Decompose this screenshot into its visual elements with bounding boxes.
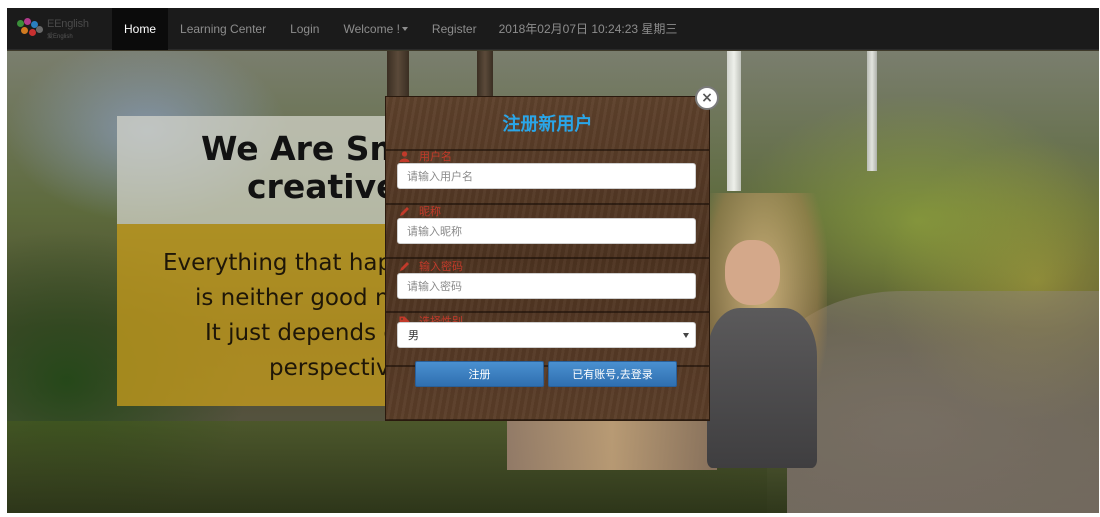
username-label-text: 用户名 xyxy=(419,150,452,163)
modal-title: 注册新用户 xyxy=(502,114,593,135)
nav-home[interactable]: Home xyxy=(112,8,169,50)
password-label-text: 输入密码 xyxy=(419,260,463,273)
username-label: 用户名 xyxy=(398,148,452,164)
top-navbar: EEnglish 爱English Home Learning Center L… xyxy=(7,8,1099,50)
nav-datetime: 2018年02月07日 10:24:23 星期三 xyxy=(498,22,678,36)
go-to-login-button[interactable]: 已有账号,去登录 xyxy=(548,361,677,387)
dropdown-arrow-icon xyxy=(683,333,689,338)
close-button[interactable]: × xyxy=(695,86,719,110)
tree-trunk xyxy=(727,51,741,191)
nav-register[interactable]: Register xyxy=(420,8,489,50)
nickname-label-text: 昵称 xyxy=(419,205,441,218)
nav-welcome-label: Welcome ! xyxy=(343,21,400,36)
password-input[interactable] xyxy=(397,273,696,299)
nav-login[interactable]: Login xyxy=(278,8,331,50)
logo-icon xyxy=(17,17,43,40)
nickname-label: 昵称 xyxy=(398,203,441,219)
brand-subtitle: 爱English xyxy=(47,33,73,40)
gender-select-value: 男 xyxy=(408,329,419,342)
child-face xyxy=(725,240,780,305)
brand-title: EEnglish xyxy=(47,17,89,30)
child-coat xyxy=(707,308,817,468)
nav-welcome-dropdown[interactable]: Welcome ! xyxy=(331,8,419,50)
username-input[interactable] xyxy=(397,163,696,189)
nickname-input[interactable] xyxy=(397,218,696,244)
gender-select[interactable]: 男 xyxy=(397,322,696,348)
caret-down-icon xyxy=(401,26,408,31)
pencil-icon xyxy=(398,260,410,272)
brand-logo[interactable]: EEnglish 爱English xyxy=(7,8,112,50)
tree-trunk xyxy=(867,51,877,171)
nav-learning-center[interactable]: Learning Center xyxy=(168,8,278,50)
close-icon: × xyxy=(701,90,713,106)
password-label: 输入密码 xyxy=(398,258,463,274)
register-button[interactable]: 注册 xyxy=(415,361,544,387)
pencil-icon xyxy=(398,205,410,217)
user-icon xyxy=(398,150,410,162)
